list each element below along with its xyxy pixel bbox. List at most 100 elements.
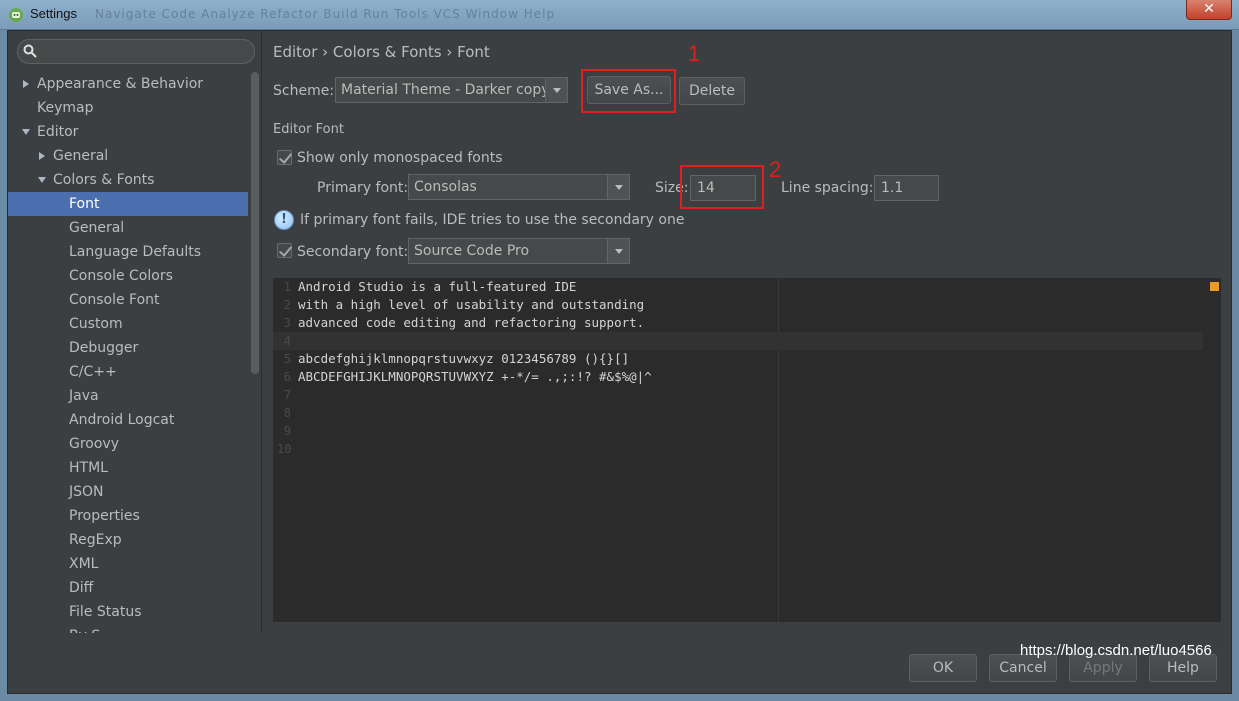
preview-line: 10 — [273, 440, 1221, 458]
line-number: 9 — [283, 424, 291, 438]
tree-item-debugger[interactable]: Debugger — [8, 336, 248, 360]
show-mono-checkbox[interactable] — [277, 150, 292, 165]
primary-font-value: Consolas — [414, 179, 477, 195]
info-icon: ! — [274, 210, 294, 230]
tree-item-appearance-behavior[interactable]: Appearance & Behavior — [8, 72, 248, 96]
tree-item-label: JSON — [69, 484, 104, 500]
font-settings-panel: Editor › Colors & Fonts › Font Scheme: M… — [263, 31, 1231, 633]
tree-item-label: Console Colors — [69, 268, 173, 284]
chevron-down-icon[interactable] — [607, 175, 629, 199]
settings-search-input[interactable] — [17, 39, 255, 64]
tree-item-font[interactable]: Font — [8, 192, 248, 216]
line-text: with a high level of usability and outst… — [298, 297, 645, 312]
window-close-button[interactable]: ✕ — [1186, 0, 1232, 20]
tree-item-label: Colors & Fonts — [53, 172, 155, 188]
background-menu-ghost: Navigate Code Analyze Refactor Build Run… — [95, 7, 556, 21]
scheme-select-value: Material Theme - Darker copy — [341, 82, 550, 98]
line-text: ABCDEFGHIJKLMNOPQRSTUVWXYZ +-*/= .,;:!? … — [298, 369, 652, 384]
tree-item-editor-general[interactable]: General — [8, 144, 248, 168]
primary-font-select[interactable]: Consolas — [408, 174, 630, 200]
chevron-right-icon[interactable] — [39, 152, 45, 160]
annotation-box-1 — [581, 69, 676, 113]
preview-line: 8 — [273, 404, 1221, 422]
tree-item-editor[interactable]: Editor — [8, 120, 248, 144]
breadcrumb: Editor › Colors & Fonts › Font — [273, 43, 490, 61]
tree-item-console-font[interactable]: Console Font — [8, 288, 248, 312]
tree-item-regexp[interactable]: RegExp — [8, 528, 248, 552]
tree-item-diff[interactable]: Diff — [8, 576, 248, 600]
secondary-font-select[interactable]: Source Code Pro — [408, 238, 630, 264]
tree-item-label: Font — [69, 196, 100, 212]
tree-item-console-colors[interactable]: Console Colors — [8, 264, 248, 288]
settings-sidebar: Appearance & Behavior Keymap Editor Gene… — [8, 31, 262, 633]
tree-item-label: Appearance & Behavior — [37, 76, 204, 92]
tree-item-file-status[interactable]: File Status — [8, 600, 248, 624]
scheme-label: Scheme: — [273, 83, 335, 99]
settings-tree: Appearance & Behavior Keymap Editor Gene… — [8, 72, 248, 633]
preview-line: 1 Android Studio is a full-featured IDE — [273, 278, 1221, 296]
tree-item-language-defaults[interactable]: Language Defaults — [8, 240, 248, 264]
tree-item-android-logcat[interactable]: Android Logcat — [8, 408, 248, 432]
preview-line: 3 advanced code editing and refactoring … — [273, 314, 1221, 332]
ok-button[interactable]: OK — [909, 654, 977, 682]
delete-button[interactable]: Delete — [679, 77, 745, 105]
tree-item-xml[interactable]: XML — [8, 552, 248, 576]
info-message: If primary font fails, IDE tries to use … — [300, 212, 685, 228]
line-spacing-label: Line spacing: — [781, 180, 874, 196]
tree-item-label: Android Logcat — [69, 412, 175, 428]
tree-item-label: General — [69, 220, 125, 236]
tree-item-java[interactable]: Java — [8, 384, 248, 408]
line-spacing-input[interactable]: 1.1 — [874, 175, 939, 201]
secondary-font-value: Source Code Pro — [414, 243, 530, 259]
tree-item-json[interactable]: JSON — [8, 480, 248, 504]
tree-item-cf-general[interactable]: General — [8, 216, 248, 240]
line-number: 6 — [283, 370, 291, 384]
chevron-down-icon[interactable] — [22, 129, 30, 135]
tree-item-properties[interactable]: Properties — [8, 504, 248, 528]
tree-item-custom[interactable]: Custom — [8, 312, 248, 336]
preview-line: 5 abcdefghijklmnopqrstuvwxyz 0123456789 … — [273, 350, 1221, 368]
tree-item-c-cpp[interactable]: C/C++ — [8, 360, 248, 384]
tree-item-label: Keymap — [37, 100, 94, 116]
tree-item-label: General — [53, 148, 109, 164]
preview-line: 2 with a high level of usability and out… — [273, 296, 1221, 314]
tree-item-label: HTML — [69, 460, 108, 476]
tree-item-label: Diff — [69, 580, 94, 596]
tree-item-by-scope[interactable]: By S... — [8, 624, 248, 633]
window-title: Settings — [30, 6, 77, 21]
chevron-down-icon[interactable] — [545, 78, 567, 102]
line-number: 2 — [283, 298, 291, 312]
line-number: 1 — [283, 280, 291, 294]
scheme-select[interactable]: Material Theme - Darker copy — [335, 77, 568, 103]
settings-dialog: Appearance & Behavior Keymap Editor Gene… — [7, 30, 1232, 694]
tree-item-label: File Status — [69, 604, 142, 620]
tree-item-colors-fonts[interactable]: Colors & Fonts — [8, 168, 248, 192]
tree-item-label: Debugger — [69, 340, 139, 356]
line-number: 10 — [277, 442, 292, 456]
annotation-box-2 — [680, 165, 764, 209]
font-preview-editor[interactable]: 1 Android Studio is a full-featured IDE … — [273, 278, 1221, 622]
tree-item-label: Editor — [37, 124, 79, 140]
tree-item-label: RegExp — [69, 532, 122, 548]
secondary-font-checkbox[interactable] — [277, 243, 292, 258]
line-number: 7 — [283, 388, 291, 402]
tree-item-label: XML — [69, 556, 99, 572]
annotation-number-1: 1 — [688, 41, 701, 66]
sidebar-scrollbar[interactable] — [251, 72, 259, 374]
chevron-right-icon[interactable] — [23, 80, 29, 88]
line-number: 8 — [283, 406, 291, 420]
tree-item-label: Java — [69, 388, 99, 404]
preview-line: 9 — [273, 422, 1221, 440]
tree-item-groovy[interactable]: Groovy — [8, 432, 248, 456]
tree-item-html[interactable]: HTML — [8, 456, 248, 480]
preview-line-caret: 4 — [273, 332, 1203, 350]
line-number: 4 — [283, 334, 291, 348]
line-text: abcdefghijklmnopqrstuvwxyz 0123456789 ()… — [298, 351, 630, 366]
primary-font-label: Primary font: — [317, 180, 409, 196]
show-mono-label: Show only monospaced fonts — [297, 150, 503, 166]
tree-item-keymap[interactable]: Keymap — [8, 96, 248, 120]
chevron-down-icon[interactable] — [607, 239, 629, 263]
title-bar: Settings Navigate Code Analyze Refactor … — [0, 0, 1239, 30]
chevron-down-icon[interactable] — [38, 177, 46, 183]
line-text: Android Studio is a full-featured IDE — [298, 279, 577, 294]
